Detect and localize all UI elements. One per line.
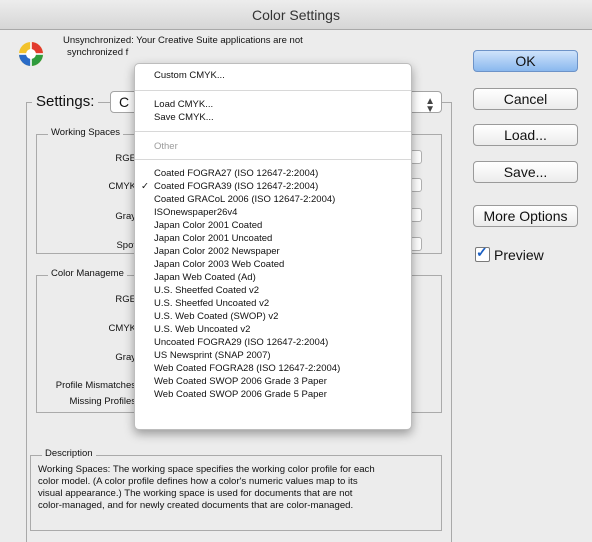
description-title: Description	[42, 448, 96, 459]
more-options-button[interactable]: More Options	[473, 205, 578, 227]
cmyk-dropdown-menu: Custom CMYK... Load CMYK... Save CMYK...…	[134, 63, 412, 430]
menu-item-profile[interactable]: U.S. Web Uncoated v2	[154, 324, 250, 336]
missing-profiles-label: Missing Profiles	[69, 396, 136, 407]
menu-item-profile[interactable]: Web Coated SWOP 2006 Grade 3 Paper	[154, 376, 327, 388]
menu-item-profile[interactable]: Japan Web Coated (Ad)	[154, 272, 256, 284]
description-line: Working Spaces: The working space specif…	[38, 464, 375, 475]
menu-item-profile[interactable]: US Newsprint (SNAP 2007)	[154, 350, 271, 362]
menu-item-profile[interactable]: Coated FOGRA27 (ISO 12647-2:2004)	[154, 168, 318, 180]
settings-select-value: C	[119, 94, 130, 110]
preview-label: Preview	[494, 247, 544, 263]
checkmark-icon: ✓	[476, 244, 488, 260]
description-text: Working Spaces: The working space specif…	[38, 464, 440, 512]
working-spaces-title: Working Spaces	[48, 127, 123, 138]
menu-item-profile[interactable]: U.S. Sheetfed Coated v2	[154, 285, 259, 297]
description-line: visual appearance.) The working space is…	[38, 488, 353, 499]
preview-checkbox[interactable]: ✓	[475, 244, 490, 262]
color-wheel-icon	[19, 42, 43, 66]
working-gray-label: Gray	[115, 211, 136, 222]
menu-separator	[135, 90, 411, 91]
policy-rgb-label: RGE	[115, 294, 136, 305]
selected-checkmark-icon: ✓	[141, 181, 149, 192]
menu-header-other: Other	[154, 141, 178, 152]
policy-gray-label: Gray	[115, 352, 136, 363]
menu-item-load-cmyk[interactable]: Load CMYK...	[154, 99, 213, 111]
save-button[interactable]: Save...	[473, 161, 578, 183]
policy-cmyk-label: CMYK	[108, 323, 136, 334]
menu-item-profile[interactable]: Web Coated SWOP 2006 Grade 5 Paper	[154, 389, 327, 401]
menu-item-custom-cmyk[interactable]: Custom CMYK...	[154, 70, 225, 82]
description-line: color-managed, and for newly created doc…	[38, 500, 354, 511]
sync-status-text: Unsynchronized: Your Creative Suite appl…	[63, 35, 413, 59]
menu-separator	[135, 159, 411, 160]
menu-item-profile[interactable]: U.S. Web Coated (SWOP) v2	[154, 311, 278, 323]
menu-item-profile[interactable]: Japan Color 2003 Web Coated	[154, 259, 284, 271]
preview-option[interactable]: ✓ Preview	[475, 244, 544, 263]
sync-status-line1: Unsynchronized: Your Creative Suite appl…	[63, 35, 303, 46]
menu-item-profile[interactable]: Coated GRACoL 2006 (ISO 12647-2:2004)	[154, 194, 335, 206]
sync-status-line2: synchronized f	[67, 47, 129, 58]
menu-item-profile[interactable]: Uncoated FOGRA29 (ISO 12647-2:2004)	[154, 337, 328, 349]
menu-item-profile[interactable]: U.S. Sheetfed Uncoated v2	[154, 298, 269, 310]
select-arrows-down-icon: ▼	[425, 104, 435, 115]
description-line: color model. (A color profile defines ho…	[38, 476, 358, 487]
working-spot-label: Spot	[116, 240, 136, 251]
menu-item-profile[interactable]: Japan Color 2002 Newspaper	[154, 246, 280, 258]
menu-item-profile[interactable]: ISOnewspaper26v4	[154, 207, 237, 219]
profile-mismatches-label: Profile Mismatches	[55, 380, 136, 391]
working-rgb-label: RGE	[115, 153, 136, 164]
load-button[interactable]: Load...	[473, 124, 578, 146]
settings-label: Settings:	[32, 93, 99, 110]
window-title: Color Settings	[0, 0, 592, 30]
menu-item-profile[interactable]: Coated FOGRA39 (ISO 12647-2:2004)	[154, 181, 318, 193]
working-cmyk-label: CMYK	[108, 181, 136, 192]
menu-separator	[135, 131, 411, 132]
menu-item-save-cmyk[interactable]: Save CMYK...	[154, 112, 214, 124]
ok-button[interactable]: OK	[473, 50, 578, 72]
menu-item-profile[interactable]: Web Coated FOGRA28 (ISO 12647-2:2004)	[154, 363, 340, 375]
menu-item-profile[interactable]: Japan Color 2001 Coated	[154, 220, 262, 232]
menu-item-profile[interactable]: Japan Color 2001 Uncoated	[154, 233, 272, 245]
color-management-title: Color Manageme	[48, 268, 127, 279]
cancel-button[interactable]: Cancel	[473, 88, 578, 110]
